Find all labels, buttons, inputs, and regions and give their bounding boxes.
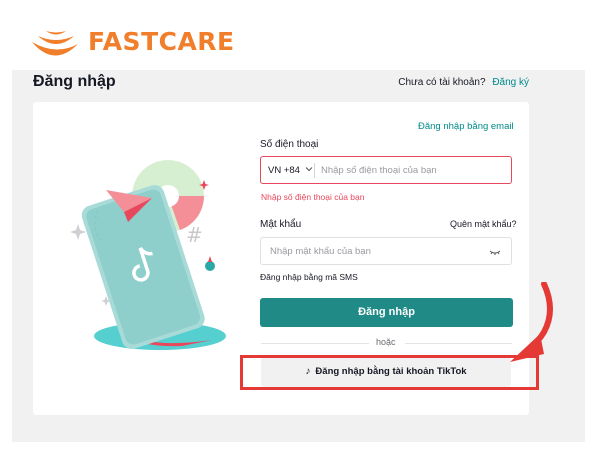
phone-illustration: # bbox=[70, 160, 226, 350]
country-code: VN +84 bbox=[268, 165, 300, 176]
fastcare-logo: FASTCARE bbox=[26, 22, 236, 68]
sms-login-link[interactable]: Đăng nhập bằng mã SMS bbox=[260, 272, 358, 282]
annotation-arrow-icon bbox=[510, 282, 553, 362]
brand-name: FASTCARE bbox=[88, 27, 235, 56]
signup-link[interactable]: Đăng ký bbox=[492, 77, 529, 88]
email-login-link[interactable]: Đăng nhập bằng email bbox=[418, 121, 514, 132]
eye-closed-icon[interactable] bbox=[489, 247, 501, 257]
or-text: hoặc bbox=[376, 337, 396, 347]
phone-placeholder: Nhập số điện thoại của bạn bbox=[321, 165, 437, 176]
signup-row: Chưa có tài khoản? Đăng ký bbox=[398, 77, 529, 88]
password-label: Mật khẩu bbox=[260, 219, 302, 230]
country-divider bbox=[314, 163, 315, 178]
fastcare-logo-mark bbox=[32, 31, 78, 56]
password-placeholder: Nhập mật khẩu của bạn bbox=[270, 246, 371, 257]
country-code-select[interactable]: VN +84 bbox=[268, 165, 313, 176]
page-title: Đăng nhập bbox=[33, 73, 116, 90]
forgot-password-link[interactable]: Quên mật khẩu? bbox=[450, 219, 517, 229]
phone-error: Nhập số điện thoại của bạn bbox=[261, 192, 365, 202]
signup-prompt: Chưa có tài khoản? bbox=[398, 77, 486, 88]
or-divider-right bbox=[405, 343, 512, 344]
phone-label: Số điện thoại bbox=[260, 139, 319, 150]
or-divider-left bbox=[261, 343, 369, 344]
login-button[interactable]: Đăng nhập bbox=[260, 298, 513, 327]
highlight-box bbox=[240, 355, 539, 390]
svg-text:#: # bbox=[186, 223, 203, 247]
phone-input[interactable]: VN +84 Nhập số điện thoại của bạn bbox=[260, 156, 512, 184]
password-input[interactable]: Nhập mật khẩu của bạn bbox=[260, 237, 512, 265]
chevron-down-icon bbox=[305, 167, 312, 172]
